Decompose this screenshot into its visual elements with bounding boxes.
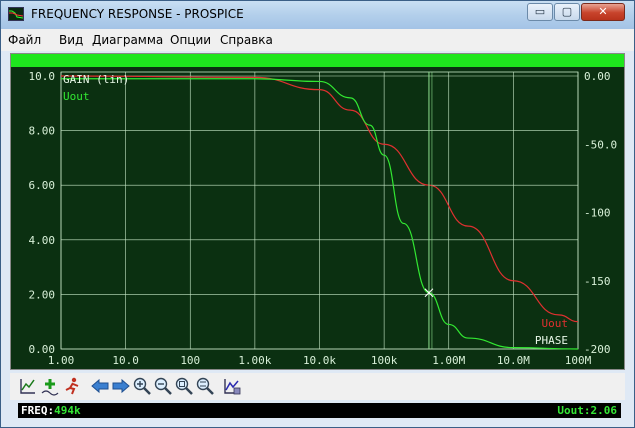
zoom-out-icon[interactable] <box>153 376 173 396</box>
x-tick-label: 10.0k <box>303 354 336 367</box>
left-tick-label: 6.00 <box>29 179 56 192</box>
uout-label: Uout: <box>557 404 591 417</box>
zoom-fit-icon[interactable] <box>174 376 194 396</box>
left-series-label: Uout <box>63 90 90 103</box>
right-tick-label: 0.00 <box>584 70 611 83</box>
minimize-button[interactable]: ▭ <box>527 3 553 21</box>
right-series-label: Uout <box>542 317 569 330</box>
left-axis-title: GAIN (lin) <box>63 73 129 86</box>
title-bar[interactable]: FREQUENCY RESPONSE - PROSPICE ▭ ▢ ✕ <box>1 1 634 29</box>
frequency-response-chart[interactable]: 10.08.006.004.002.000.000.00-50.0-100-15… <box>11 54 624 369</box>
x-tick-label: 1.00k <box>238 354 271 367</box>
zoom-area-icon[interactable] <box>195 376 215 396</box>
uout-readout: Uout:2.06 <box>557 403 617 418</box>
add-trace-icon[interactable] <box>40 376 60 396</box>
menu-diagram[interactable]: Диаграмма <box>92 33 163 47</box>
uout-value: 2.06 <box>590 404 618 417</box>
main-window: FREQUENCY RESPONSE - PROSPICE ▭ ▢ ✕ Файл… <box>0 0 635 428</box>
menu-view[interactable]: Вид <box>59 33 83 47</box>
x-tick-label: 100M <box>565 354 592 367</box>
freq-label: FREQ: <box>21 404 55 417</box>
x-tick-label: 10.0M <box>497 354 530 367</box>
freq-readout: FREQ:494k <box>21 403 81 418</box>
x-tick-label: 1.00M <box>432 354 465 367</box>
x-tick-label: 1.00 <box>48 354 75 367</box>
app-icon <box>8 7 24 21</box>
right-tick-label: -150 <box>584 275 611 288</box>
graph-panel[interactable]: 10.0 8.00 6.00 4.00 2.00 0.00 0.00 -50.0 -100 -15… <box>10 53 625 370</box>
print-graph-icon[interactable] <box>222 376 242 396</box>
right-tick-label: -100 <box>584 207 611 220</box>
freq-value: 494k <box>54 404 81 417</box>
close-button[interactable]: ✕ <box>581 3 625 21</box>
run-icon[interactable] <box>62 376 82 396</box>
x-tick-label: 100k <box>371 354 398 367</box>
maximize-button[interactable]: ▢ <box>554 3 580 21</box>
arrow-right-icon[interactable] <box>111 376 131 396</box>
menu-bar: Файл Вид Диаграмма Опции Справка <box>1 29 634 51</box>
status-bar: FREQ:494k Uout:2.06 <box>18 403 621 418</box>
graph-icon[interactable] <box>18 376 38 396</box>
arrow-left-icon[interactable] <box>90 376 110 396</box>
x-tick-label: 100 <box>180 354 200 367</box>
window-title: FREQUENCY RESPONSE - PROSPICE <box>31 7 244 21</box>
left-tick-label: 10.0 <box>29 70 56 83</box>
left-tick-label: 8.00 <box>29 125 56 138</box>
right-axis-title: PHASE <box>535 334 568 347</box>
menu-options[interactable]: Опции <box>170 33 211 47</box>
right-tick-label: -50.0 <box>584 138 617 151</box>
zoom-in-icon[interactable] <box>132 376 152 396</box>
menu-help[interactable]: Справка <box>220 33 273 47</box>
menu-file[interactable]: Файл <box>8 33 41 47</box>
left-tick-label: 2.00 <box>29 288 56 301</box>
toolbar <box>10 373 625 400</box>
left-tick-label: 4.00 <box>29 234 56 247</box>
x-tick-label: 10.0 <box>112 354 139 367</box>
